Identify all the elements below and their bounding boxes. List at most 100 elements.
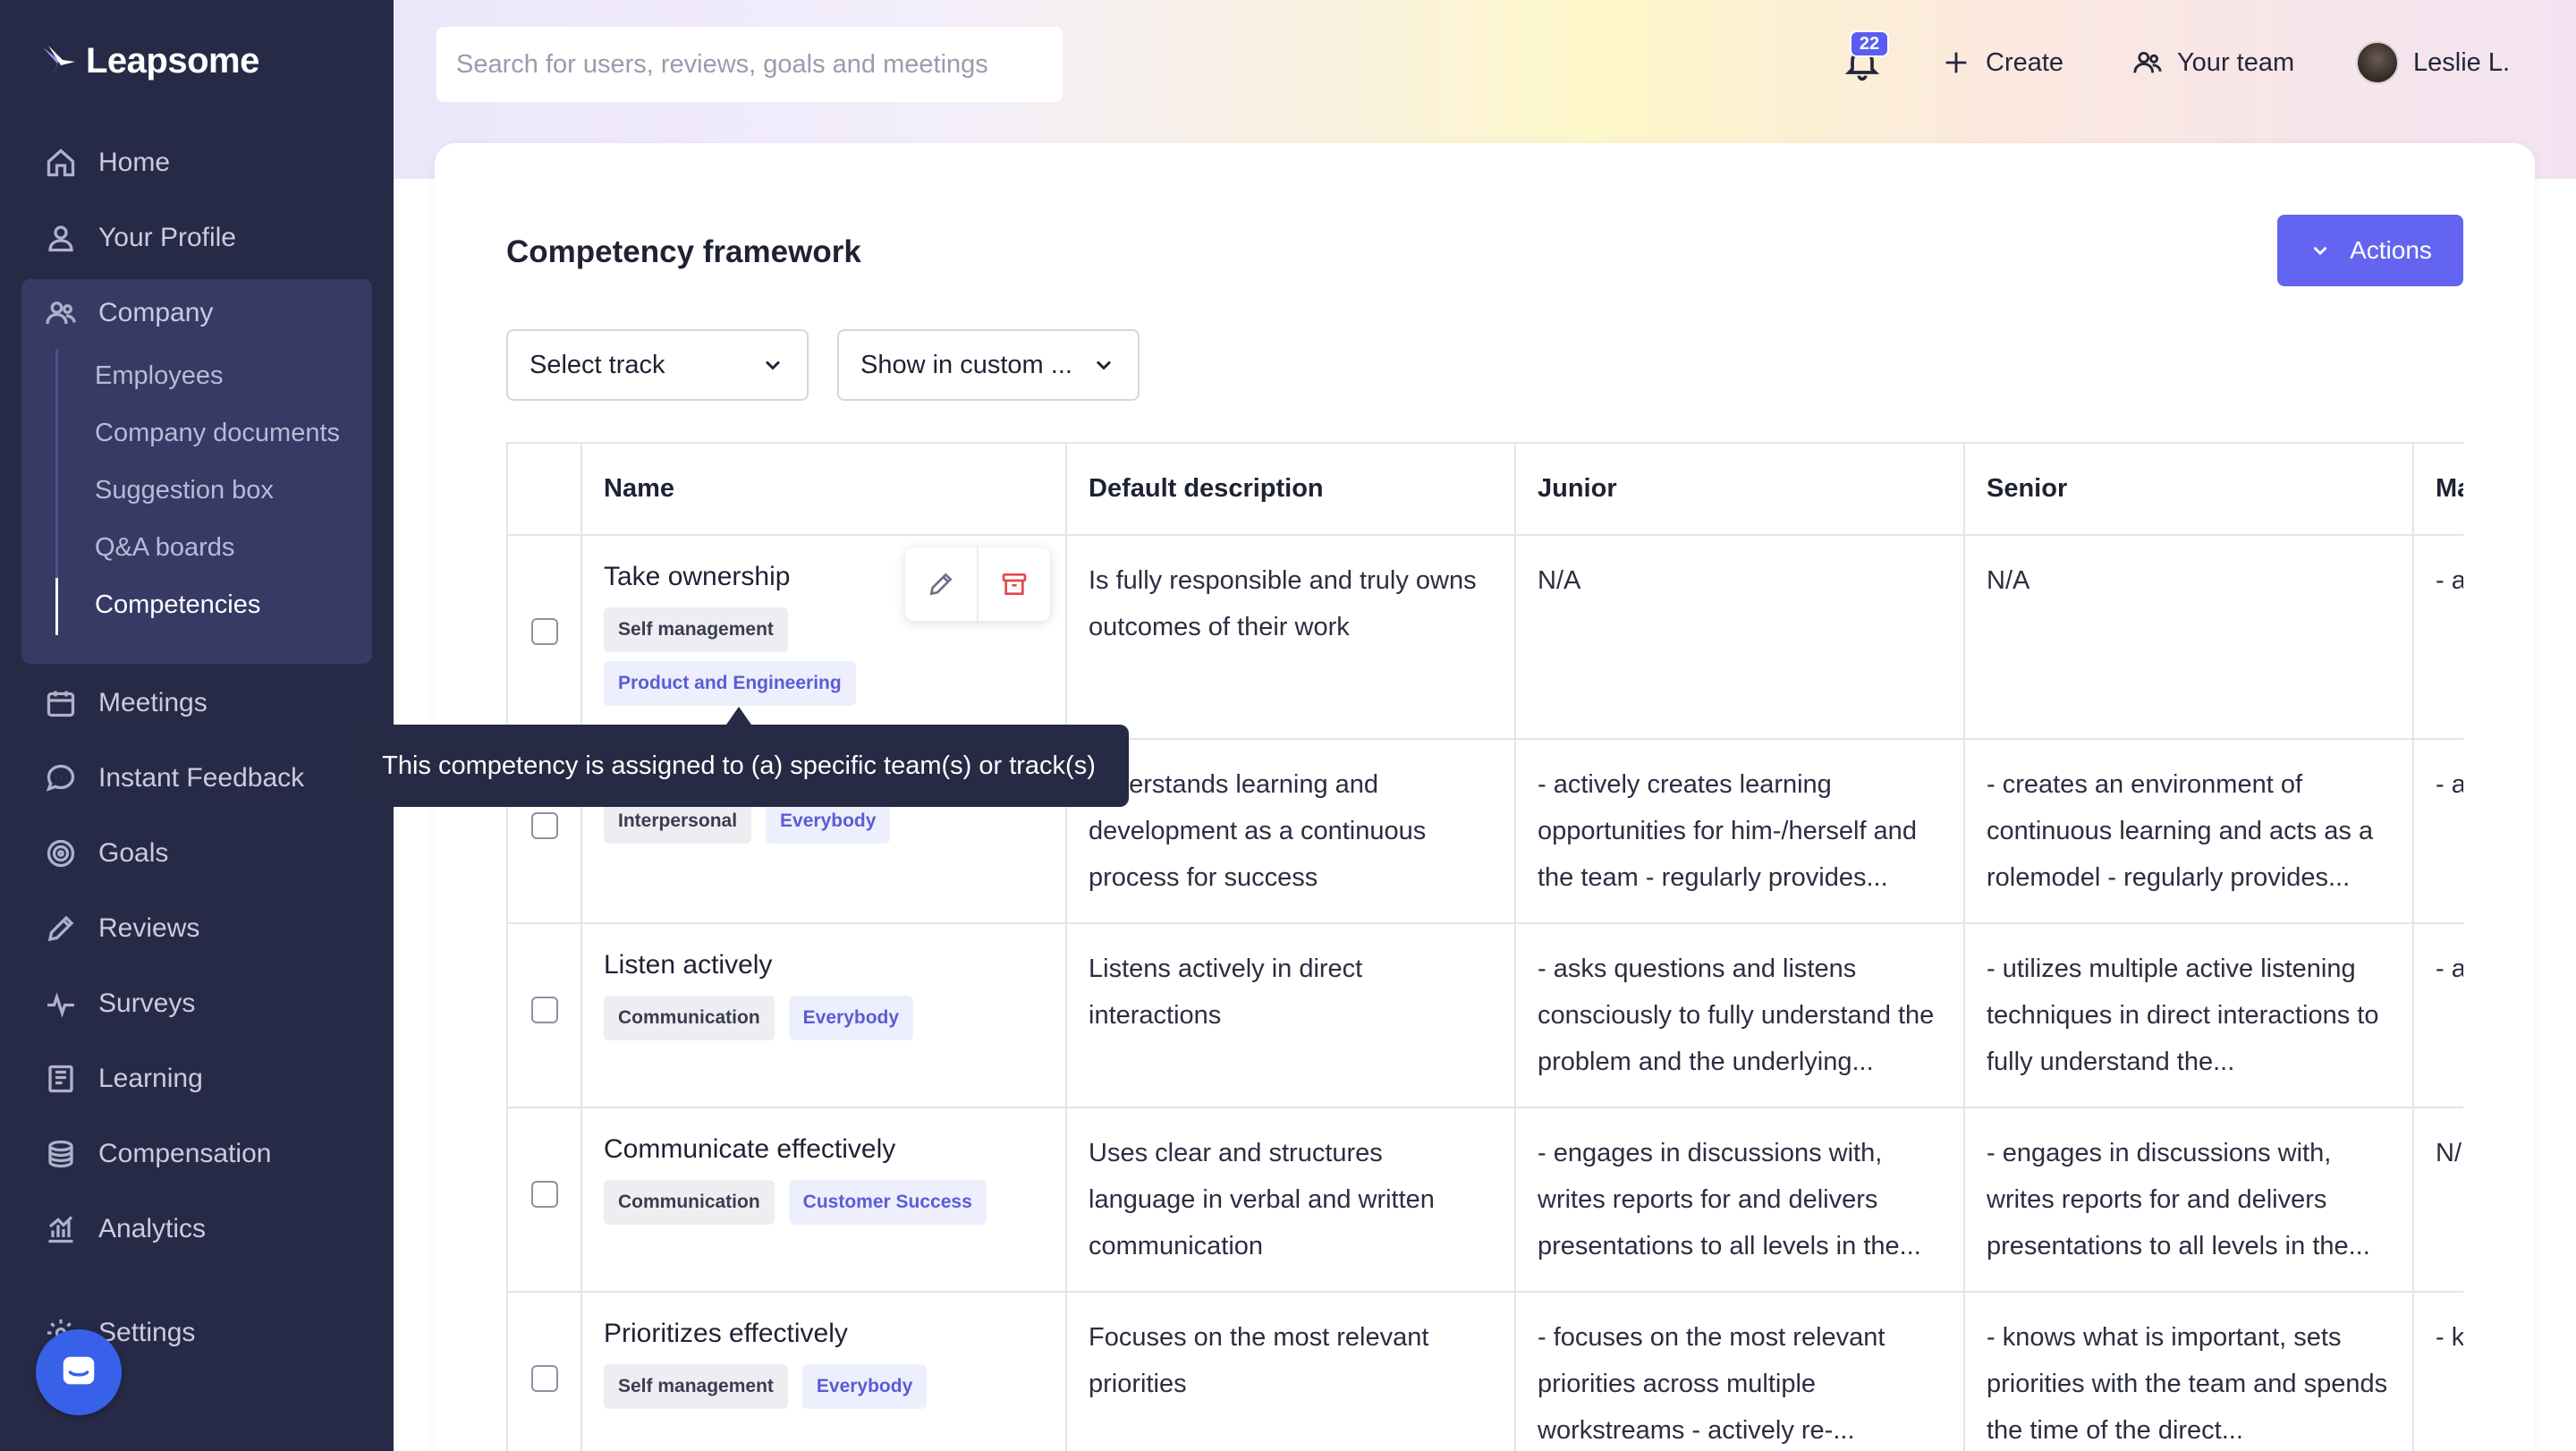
- category-tag: Self management: [604, 607, 788, 652]
- junior-cell: - actively creates learning opportunitie…: [1515, 739, 1965, 924]
- row-checkbox-cell: [508, 1292, 582, 1451]
- row-checkbox-cell: [508, 535, 582, 740]
- chat-icon: [46, 764, 75, 792]
- sub-competencies[interactable]: Competencies: [95, 590, 260, 620]
- row-checkbox[interactable]: [530, 812, 558, 839]
- header-name[interactable]: Name: [581, 444, 1067, 536]
- nav-analytics[interactable]: Analytics: [45, 1207, 206, 1252]
- create-button[interactable]: Create: [1941, 39, 2063, 86]
- nav-compensation[interactable]: Compensation: [45, 1132, 271, 1176]
- user-menu[interactable]: Leslie L.: [2356, 39, 2510, 86]
- header-next-level[interactable]: Ma: [2413, 444, 2463, 536]
- sub-employees[interactable]: Employees: [95, 361, 223, 391]
- category-tag: Communication: [604, 1180, 775, 1225]
- nav-meetings[interactable]: Meetings: [45, 681, 208, 726]
- junior-cell: N/A: [1515, 535, 1965, 740]
- table-row[interactable]: Communicate effectively Communication Cu…: [508, 1107, 2463, 1293]
- leapsome-logo[interactable]: Leapsome: [39, 41, 259, 81]
- header-junior[interactable]: Junior: [1515, 444, 1965, 536]
- leapsome-logo-icon: [43, 45, 75, 78]
- next-level-cell: - a op gr: [2413, 739, 2463, 924]
- row-checkbox-cell: [508, 1107, 582, 1293]
- users-icon: [46, 301, 76, 325]
- header-senior[interactable]: Senior: [1964, 444, 2414, 536]
- next-level-cell: - k ca his: [2413, 1292, 2463, 1451]
- actions-label: Actions: [2350, 236, 2432, 264]
- view-mode-value: Show in custom ...: [860, 350, 1072, 379]
- submenu-active-indicator: [55, 578, 58, 635]
- nav-goals[interactable]: Goals: [45, 831, 168, 876]
- sub-company-documents[interactable]: Company documents: [95, 419, 340, 448]
- nav-label: Meetings: [98, 688, 208, 717]
- description-cell: …derstands learning and development as a…: [1066, 739, 1516, 924]
- archive-icon: [1002, 573, 1027, 595]
- support-chat-button[interactable]: [36, 1329, 122, 1415]
- category-tag: Communication: [604, 996, 775, 1040]
- nav-label: Surveys: [98, 989, 196, 1018]
- row-checkbox[interactable]: [530, 1181, 558, 1208]
- archive-button[interactable]: [977, 547, 1050, 621]
- your-team-button[interactable]: Your team: [2132, 39, 2294, 86]
- table-row[interactable]: Listen actively Communication Everybody …: [508, 923, 2463, 1108]
- nav-company[interactable]: Company: [45, 291, 213, 335]
- plus-icon: [1945, 52, 1967, 73]
- actions-button[interactable]: Actions: [2277, 215, 2463, 286]
- competency-name[interactable]: Prioritizes effectively: [604, 1316, 1044, 1352]
- nav-label: Company: [98, 298, 214, 327]
- your-team-label: Your team: [2177, 47, 2295, 77]
- select-track-value: Select track: [530, 350, 665, 379]
- next-level-cell: - a co the: [2413, 923, 2463, 1108]
- chevron-down-icon: [765, 361, 781, 370]
- sub-qa-boards[interactable]: Q&A boards: [95, 533, 234, 563]
- nav-reviews[interactable]: Reviews: [45, 906, 199, 951]
- pulse-icon: [47, 992, 74, 1018]
- nav-your-profile[interactable]: Your Profile: [45, 216, 236, 260]
- team-assignment-tooltip: This competency is assigned to (a) speci…: [349, 725, 1129, 807]
- avatar: [2356, 41, 2399, 84]
- nav-label: Instant Feedback: [98, 763, 305, 793]
- row-checkbox[interactable]: [530, 1365, 558, 1392]
- edit-button[interactable]: [905, 547, 977, 621]
- nav-label: Home: [98, 148, 171, 177]
- team-tag[interactable]: Customer Success: [788, 1180, 987, 1225]
- team-icon: [2133, 51, 2162, 73]
- table-header-row: Name Default description Junior Senior M…: [508, 444, 2463, 536]
- search-input[interactable]: Search for users, reviews, goals and mee…: [436, 27, 1063, 102]
- select-track-dropdown[interactable]: Select track: [506, 329, 809, 401]
- nav-label: Reviews: [98, 913, 200, 943]
- nav-surveys[interactable]: Surveys: [45, 981, 195, 1026]
- table-row[interactable]: Prioritizes effectively Self management …: [508, 1292, 2463, 1451]
- team-tag[interactable]: Product and Engineering: [604, 661, 856, 706]
- next-level-cell: N/: [2413, 1107, 2463, 1293]
- nav-instant-feedback[interactable]: Instant Feedback: [45, 756, 304, 801]
- book-icon: [48, 1065, 73, 1093]
- sub-suggestion-box[interactable]: Suggestion box: [95, 476, 274, 505]
- pencil-icon: [929, 573, 953, 596]
- brand-name: Leapsome: [86, 41, 259, 81]
- senior-cell: - knows what is important, sets prioriti…: [1964, 1292, 2414, 1451]
- target-icon: [47, 839, 75, 868]
- row-checkbox-cell: [508, 923, 582, 1108]
- team-tag[interactable]: Everybody: [801, 1364, 928, 1409]
- table-row[interactable]: Take ownership Self management Product a…: [508, 535, 2463, 740]
- team-tag[interactable]: Everybody: [788, 996, 914, 1040]
- header-default-description[interactable]: Default description: [1066, 444, 1516, 536]
- junior-cell: - focuses on the most relevant prioritie…: [1515, 1292, 1965, 1451]
- competency-table: Name Default description Junior Senior M…: [506, 442, 2463, 1451]
- name-cell: Listen actively Communication Everybody: [581, 923, 1067, 1108]
- user-name: Leslie L.: [2413, 47, 2511, 77]
- description-cell: Focuses on the most relevant priorities: [1066, 1292, 1516, 1451]
- nav-learning[interactable]: Learning: [45, 1056, 203, 1101]
- senior-cell: - utilizes multiple active listening tec…: [1964, 923, 2414, 1108]
- competency-name[interactable]: Listen actively: [604, 947, 1044, 983]
- row-checkbox[interactable]: [530, 618, 558, 645]
- header-select: [508, 444, 582, 536]
- nav-home[interactable]: Home: [45, 140, 170, 185]
- chevron-down-icon: [2313, 246, 2327, 256]
- competency-name[interactable]: Communicate effectively: [604, 1132, 1044, 1167]
- view-mode-dropdown[interactable]: Show in custom ...: [837, 329, 1140, 401]
- row-checkbox[interactable]: [530, 997, 558, 1023]
- home-icon: [47, 148, 75, 177]
- notifications-badge: 22: [1850, 30, 1889, 57]
- tooltip-arrow: [726, 707, 751, 725]
